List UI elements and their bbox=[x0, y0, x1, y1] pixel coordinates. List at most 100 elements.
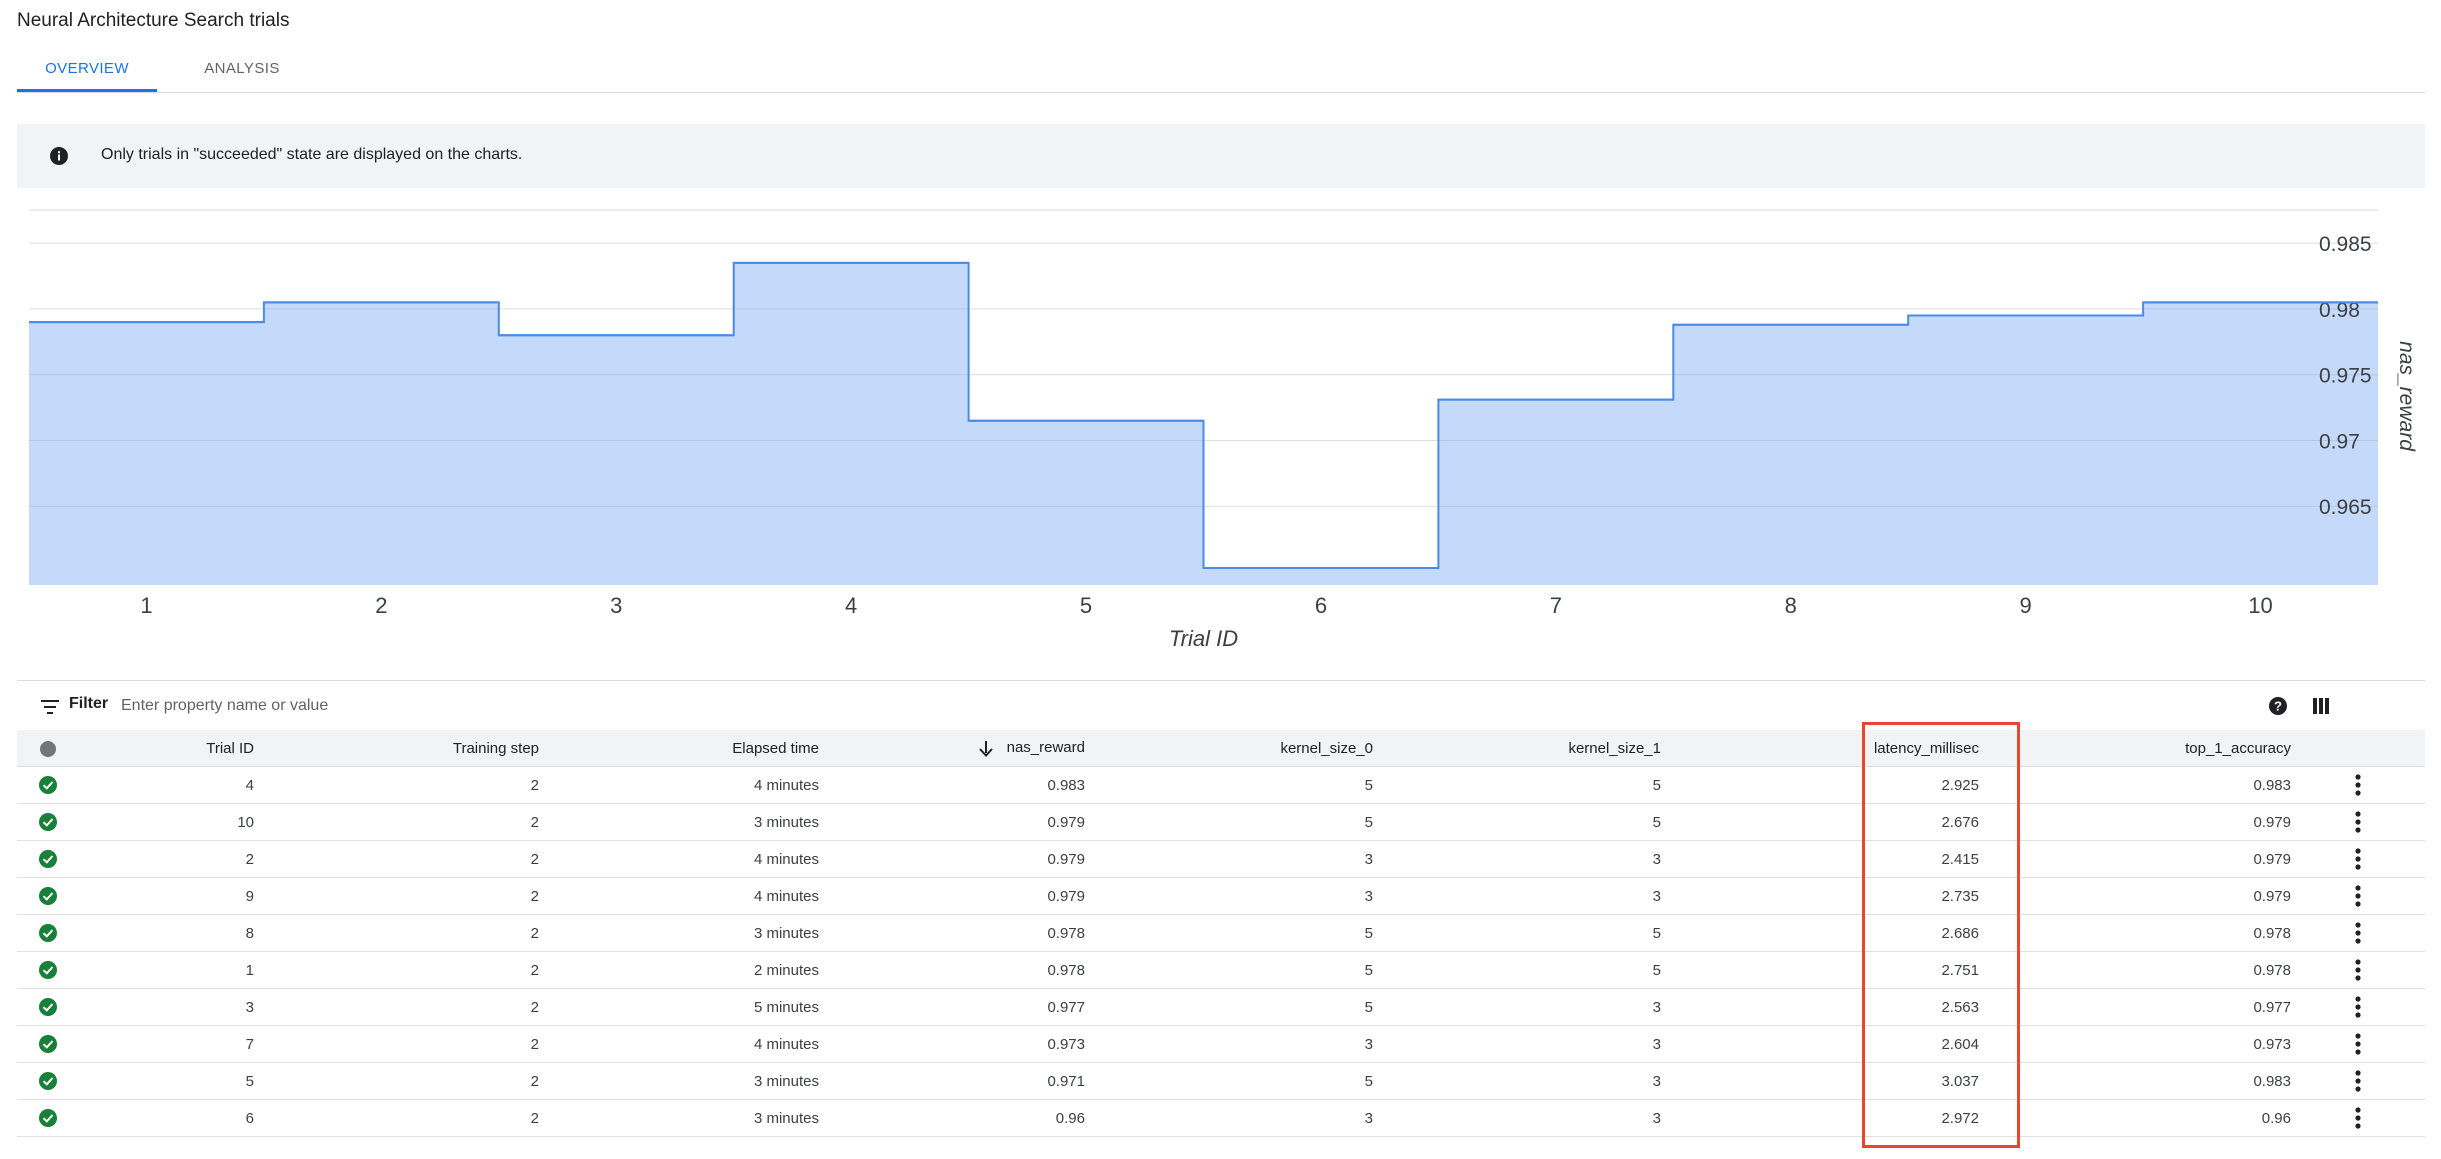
more-vert-icon[interactable] bbox=[2355, 774, 2361, 796]
status-cell bbox=[17, 840, 79, 878]
cell-nas-reward: 0.979 bbox=[819, 803, 1085, 841]
cell-elapsed-time: 5 minutes bbox=[539, 988, 819, 1026]
table-row[interactable]: 724 minutes 0.973 3 3 2.604 0.973 bbox=[17, 1025, 2425, 1063]
cell-kernel-size-0: 3 bbox=[1085, 1099, 1373, 1137]
cell-top-1-accuracy: 0.979 bbox=[1979, 803, 2291, 841]
cell-top-1-accuracy: 0.977 bbox=[1979, 988, 2291, 1026]
column-header-nas-reward[interactable]: nas_reward bbox=[819, 730, 1085, 767]
y-tick-label: 0.97 bbox=[2319, 430, 2360, 453]
succeeded-check-icon bbox=[39, 961, 57, 980]
tab-overview[interactable]: OVERVIEW bbox=[17, 52, 157, 92]
cell-kernel-size-1: 3 bbox=[1373, 1062, 1661, 1100]
column-header-trial-id[interactable]: Trial ID bbox=[79, 730, 254, 767]
table-row[interactable]: 325 minutes 0.977 5 3 2.563 0.977 bbox=[17, 988, 2425, 1026]
column-header-kernel-size-0[interactable]: kernel_size_0 bbox=[1085, 730, 1373, 767]
table-row[interactable]: 224 minutes 0.979 3 3 2.415 0.979 bbox=[17, 840, 2425, 878]
cell-nas-reward: 0.977 bbox=[819, 988, 1085, 1026]
cell-trial-id: 2 bbox=[79, 840, 254, 878]
row-actions-cell bbox=[2291, 1025, 2425, 1063]
filter-label[interactable]: Filter bbox=[69, 695, 108, 713]
cell-kernel-size-0: 5 bbox=[1085, 914, 1373, 952]
cell-latency-millisec: 2.563 bbox=[1661, 988, 1979, 1026]
x-tick-label: 4 bbox=[845, 593, 857, 618]
cell-nas-reward: 0.978 bbox=[819, 951, 1085, 989]
cell-top-1-accuracy: 0.979 bbox=[1979, 840, 2291, 878]
cell-kernel-size-1: 5 bbox=[1373, 951, 1661, 989]
banner-text: Only trials in "succeeded" state are dis… bbox=[101, 146, 523, 163]
column-header-latency-millisec[interactable]: latency_millisec bbox=[1661, 730, 1979, 767]
filter-input[interactable] bbox=[119, 690, 723, 722]
columns-icon[interactable] bbox=[2312, 697, 2330, 715]
cell-elapsed-time: 4 minutes bbox=[539, 766, 819, 804]
cell-latency-millisec: 2.686 bbox=[1661, 914, 1979, 952]
cell-latency-millisec: 2.972 bbox=[1661, 1099, 1979, 1137]
cell-kernel-size-1: 3 bbox=[1373, 840, 1661, 878]
cell-kernel-size-1: 3 bbox=[1373, 988, 1661, 1026]
table-row[interactable]: 10 2 3 minutes 0.979 5 5 2.676 0.979 bbox=[17, 803, 2425, 841]
cell-kernel-size-0: 5 bbox=[1085, 803, 1373, 841]
row-actions-cell bbox=[2291, 877, 2425, 915]
tab-bar: OVERVIEW ANALYSIS bbox=[17, 52, 2425, 93]
succeeded-check-icon bbox=[39, 924, 57, 943]
tab-analysis[interactable]: ANALYSIS bbox=[177, 52, 307, 92]
sort-descending-icon[interactable] bbox=[978, 740, 993, 757]
table-row[interactable]: 924 minutes 0.979 3 3 2.735 0.979 bbox=[17, 877, 2425, 915]
status-cell bbox=[17, 1025, 79, 1063]
cell-training-step: 2 bbox=[254, 766, 539, 804]
more-vert-icon[interactable] bbox=[2355, 1033, 2361, 1055]
cell-kernel-size-1: 3 bbox=[1373, 1025, 1661, 1063]
cell-latency-millisec: 3.037 bbox=[1661, 1062, 1979, 1100]
column-header-elapsed-time[interactable]: Elapsed time bbox=[539, 730, 819, 767]
cell-kernel-size-1: 5 bbox=[1373, 766, 1661, 804]
table-row[interactable]: 823 minutes 0.978 5 5 2.686 0.978 bbox=[17, 914, 2425, 952]
cell-kernel-size-0: 3 bbox=[1085, 840, 1373, 878]
status-cell bbox=[17, 1062, 79, 1100]
more-vert-icon[interactable] bbox=[2355, 811, 2361, 833]
row-actions-cell bbox=[2291, 1062, 2425, 1100]
more-vert-icon[interactable] bbox=[2355, 885, 2361, 907]
succeeded-check-icon bbox=[39, 1035, 57, 1054]
cell-nas-reward: 0.978 bbox=[819, 914, 1085, 952]
row-actions-cell bbox=[2291, 766, 2425, 804]
cell-top-1-accuracy: 0.96 bbox=[1979, 1099, 2291, 1137]
cell-training-step: 2 bbox=[254, 840, 539, 878]
cell-training-step: 2 bbox=[254, 951, 539, 989]
table-row[interactable]: 623 minutes 0.96 3 3 2.972 0.96 bbox=[17, 1099, 2425, 1137]
table-row[interactable]: 523 minutes 0.971 5 3 3.037 0.983 bbox=[17, 1062, 2425, 1100]
column-header-training-step[interactable]: Training step bbox=[254, 730, 539, 767]
table-row[interactable]: 424 minutes 0.983 5 5 2.925 0.983 bbox=[17, 766, 2425, 804]
cell-elapsed-time: 4 minutes bbox=[539, 877, 819, 915]
cell-top-1-accuracy: 0.983 bbox=[1979, 766, 2291, 804]
more-vert-icon[interactable] bbox=[2355, 996, 2361, 1018]
more-vert-icon[interactable] bbox=[2355, 1070, 2361, 1092]
cell-elapsed-time: 2 minutes bbox=[539, 951, 819, 989]
cell-trial-id: 3 bbox=[79, 988, 254, 1026]
more-vert-icon[interactable] bbox=[2355, 959, 2361, 981]
more-vert-icon[interactable] bbox=[2355, 1107, 2361, 1129]
table-header-row: Trial ID Training step Elapsed time nas_… bbox=[17, 730, 2425, 767]
cell-top-1-accuracy: 0.983 bbox=[1979, 1062, 2291, 1100]
cell-kernel-size-0: 5 bbox=[1085, 766, 1373, 804]
cell-kernel-size-1: 3 bbox=[1373, 1099, 1661, 1137]
table-row[interactable]: 122 minutes 0.978 5 5 2.751 0.978 bbox=[17, 951, 2425, 989]
cell-nas-reward: 0.96 bbox=[819, 1099, 1085, 1137]
cell-latency-millisec: 2.676 bbox=[1661, 803, 1979, 841]
cell-kernel-size-0: 5 bbox=[1085, 988, 1373, 1026]
cell-training-step: 2 bbox=[254, 988, 539, 1026]
cell-training-step: 2 bbox=[254, 1062, 539, 1100]
column-header-top-1-accuracy[interactable]: top_1_accuracy bbox=[1979, 730, 2291, 767]
column-header-kernel-size-1[interactable]: kernel_size_1 bbox=[1373, 730, 1661, 767]
status-column-header bbox=[17, 730, 79, 767]
more-vert-icon[interactable] bbox=[2355, 922, 2361, 944]
cell-elapsed-time: 3 minutes bbox=[539, 1062, 819, 1100]
cell-nas-reward: 0.979 bbox=[819, 840, 1085, 878]
cell-elapsed-time: 3 minutes bbox=[539, 914, 819, 952]
filter-icon[interactable] bbox=[41, 700, 59, 714]
cell-kernel-size-1: 5 bbox=[1373, 914, 1661, 952]
status-cell bbox=[17, 877, 79, 915]
x-tick-label: 6 bbox=[1315, 593, 1327, 618]
more-vert-icon[interactable] bbox=[2355, 848, 2361, 870]
cell-trial-id: 4 bbox=[79, 766, 254, 804]
cell-elapsed-time: 3 minutes bbox=[539, 1099, 819, 1137]
help-icon[interactable]: ? bbox=[2268, 696, 2288, 716]
